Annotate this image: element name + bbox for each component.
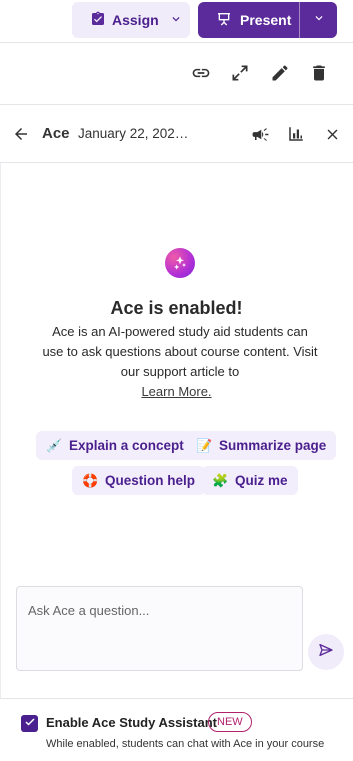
present-options-button[interactable]	[300, 2, 337, 38]
enabled-description: Ace is an AI-powered study aid students …	[42, 324, 318, 379]
link-icon[interactable]	[189, 61, 213, 85]
chip-label: Question help	[105, 473, 196, 488]
panel-date: January 22, 202…	[78, 126, 189, 141]
enabled-heading: Ace is enabled!	[110, 298, 243, 318]
chip-label: Explain a concept	[69, 438, 184, 453]
new-badge: NEW	[208, 712, 252, 732]
puzzle-icon: 🧩	[212, 472, 229, 488]
ace-logo-icon	[165, 248, 195, 278]
bar-chart-icon[interactable]	[285, 123, 307, 145]
present-button[interactable]: Present	[198, 2, 300, 38]
syringe-icon: 💉	[46, 437, 63, 453]
send-icon	[318, 642, 334, 663]
ask-box	[16, 586, 303, 671]
close-icon[interactable]	[321, 123, 343, 145]
enable-ace-label: Enable Ace Study Assistant	[46, 715, 217, 730]
back-arrow-icon[interactable]	[10, 123, 32, 145]
learn-more-link[interactable]: Learn More.	[141, 384, 211, 399]
trash-icon[interactable]	[307, 61, 331, 85]
present-icon	[216, 11, 232, 30]
pencil-icon[interactable]	[268, 61, 292, 85]
learn-more-row: Learn More.	[0, 384, 353, 399]
chip-label: Quiz me	[235, 473, 288, 488]
assign-label: Assign	[112, 12, 159, 28]
top-action-bar: Assign Present	[0, 0, 353, 43]
chip-explain-concept[interactable]: 💉 Explain a concept	[36, 431, 194, 460]
chip-label: Summarize page	[219, 438, 327, 453]
chip-quiz-me[interactable]: 🧩 Quiz me	[202, 466, 298, 495]
present-button-group: Present	[198, 2, 337, 38]
lifebuoy-icon: 🛟	[82, 472, 99, 488]
chevron-down-icon	[169, 12, 183, 29]
megaphone-icon[interactable]	[249, 123, 271, 145]
present-label: Present	[240, 12, 292, 28]
chip-question-help[interactable]: 🛟 Question help	[72, 466, 206, 495]
clipboard-check-icon	[90, 11, 106, 30]
ask-input[interactable]	[17, 587, 302, 670]
panel-title: Ace	[42, 125, 70, 142]
enable-ace-checkbox[interactable]	[21, 715, 38, 732]
tools-row	[0, 43, 353, 105]
expand-icon[interactable]	[228, 61, 252, 85]
memo-icon: 📝	[196, 437, 213, 453]
enable-ace-subtext: While enabled, students can chat with Ac…	[46, 738, 325, 750]
chip-summarize-page[interactable]: 📝 Summarize page	[186, 431, 337, 460]
chevron-down-icon	[312, 11, 326, 30]
ace-panel-header: Ace January 22, 202…	[0, 105, 353, 163]
checkmark-icon	[24, 715, 36, 733]
send-button[interactable]	[308, 634, 344, 670]
ace-footer: Enable Ace Study Assistant NEW While ena…	[0, 698, 353, 761]
assign-button[interactable]: Assign	[72, 2, 190, 38]
